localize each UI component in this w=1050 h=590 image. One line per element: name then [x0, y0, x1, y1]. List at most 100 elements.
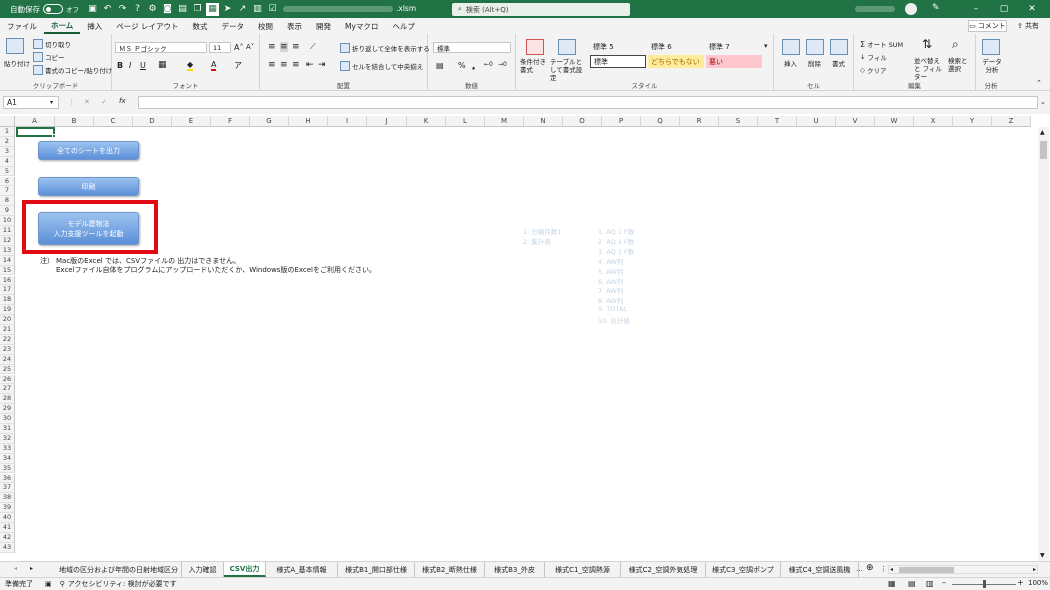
- row-header-6[interactable]: 6: [0, 176, 15, 187]
- row-header-20[interactable]: 20: [0, 315, 15, 325]
- sheet-tab-7[interactable]: 様式C1_空調熱源: [545, 562, 621, 577]
- column-header-r[interactable]: R: [680, 116, 719, 127]
- number-format-select[interactable]: 標準: [433, 42, 511, 53]
- scroll-down-icon[interactable]: ▼: [1040, 552, 1045, 559]
- active-cell-handle[interactable]: [52, 134, 56, 138]
- column-header-f[interactable]: F: [211, 116, 250, 127]
- cell-select-icon[interactable]: ▦: [206, 2, 219, 16]
- analyze-data-button[interactable]: データ 分析: [979, 58, 1005, 74]
- menu-item-2[interactable]: 挿入: [80, 18, 109, 34]
- column-header-c[interactable]: C: [94, 116, 133, 127]
- row-header-3[interactable]: 3: [0, 146, 15, 157]
- style-normal[interactable]: 標準: [590, 55, 646, 68]
- sheet-tab-3[interactable]: 様式A_基本情報: [266, 562, 338, 577]
- scroll-up-icon[interactable]: ▲: [1040, 129, 1045, 136]
- sheet-tab-5[interactable]: 様式B2_断熱仕様: [415, 562, 485, 577]
- row-header-12[interactable]: 12: [0, 235, 15, 246]
- row-header-24[interactable]: 24: [0, 354, 15, 365]
- tab-more-icon[interactable]: …: [856, 565, 863, 573]
- column-header-z[interactable]: Z: [992, 116, 1031, 127]
- style-normal5[interactable]: 標準 5: [590, 40, 646, 53]
- delete-cells-button[interactable]: 削除: [808, 58, 821, 68]
- menu-item-8[interactable]: 開発: [309, 18, 338, 34]
- row-header-37[interactable]: 37: [0, 483, 15, 494]
- style-bad[interactable]: 悪い: [706, 55, 762, 68]
- style-normal7[interactable]: 標準 7: [706, 40, 762, 53]
- page-layout-icon[interactable]: ▤: [908, 579, 916, 588]
- fill-button[interactable]: ↓ フィル: [860, 52, 887, 62]
- row-header-21[interactable]: 21: [0, 325, 15, 335]
- column-header-a[interactable]: A: [15, 116, 55, 127]
- row-header-2[interactable]: 2: [0, 136, 15, 147]
- shrink-font-button[interactable]: A˅: [246, 43, 254, 51]
- wrap-text-button[interactable]: 折り返して全体を表示する: [340, 43, 430, 53]
- align-top-icon[interactable]: ≡: [268, 42, 276, 52]
- decrease-decimal-icon[interactable]: →0: [498, 61, 507, 68]
- row-header-18[interactable]: 18: [0, 295, 15, 306]
- page-break-icon[interactable]: ▥: [926, 579, 934, 588]
- column-header-b[interactable]: B: [55, 116, 94, 127]
- row-header-11[interactable]: 11: [0, 226, 15, 236]
- column-header-g[interactable]: G: [250, 116, 289, 127]
- avatar[interactable]: [905, 3, 917, 15]
- row-header-31[interactable]: 31: [0, 424, 15, 434]
- cancel-icon[interactable]: ✕: [84, 98, 90, 106]
- menu-item-5[interactable]: データ: [215, 18, 252, 34]
- cut-button[interactable]: 切り取り: [33, 39, 71, 49]
- zoom-slider-handle[interactable]: [983, 580, 986, 588]
- comment-button[interactable]: ▭ コメント: [968, 20, 1007, 32]
- align-center-icon[interactable]: ≡: [280, 60, 288, 70]
- row-header-23[interactable]: 23: [0, 344, 15, 355]
- paste-icon[interactable]: [6, 38, 24, 54]
- zoom-out-icon[interactable]: –: [942, 578, 946, 587]
- styles-more-icon[interactable]: ▾: [764, 42, 768, 50]
- menu-item-4[interactable]: 数式: [186, 18, 215, 34]
- redo-icon[interactable]: ↷: [116, 3, 129, 16]
- column-header-j[interactable]: J: [367, 116, 407, 127]
- menu-item-10[interactable]: ヘルプ: [385, 18, 422, 34]
- row-header-17[interactable]: 17: [0, 285, 15, 296]
- arrow-icon[interactable]: ↗: [236, 3, 249, 16]
- undo-icon[interactable]: ↶: [101, 3, 114, 16]
- name-box-dropdown-icon[interactable]: ▾: [50, 99, 53, 106]
- border-icon[interactable]: ▦: [158, 60, 167, 70]
- underline-button[interactable]: U: [140, 61, 146, 70]
- row-header-9[interactable]: 9: [0, 206, 15, 217]
- orientation-icon[interactable]: ⟋: [310, 42, 316, 52]
- menu-item-6[interactable]: 校閲: [251, 18, 280, 34]
- sheet-tab-4[interactable]: 様式B1_開口部仕様: [338, 562, 415, 577]
- accessibility-status[interactable]: アクセシビリティ: 検討が必要です: [68, 579, 177, 589]
- sort-filter-button[interactable]: 並べ替えと フィルター: [914, 57, 944, 81]
- sheet-tab-6[interactable]: 様式B3_外皮: [485, 562, 545, 577]
- sheet-tab-8[interactable]: 様式C2_空調外気処理: [621, 562, 706, 577]
- column-header-s[interactable]: S: [719, 116, 758, 127]
- menu-item-0[interactable]: ファイル: [0, 18, 44, 34]
- scroll-thumb[interactable]: [1040, 141, 1047, 159]
- row-header-27[interactable]: 27: [0, 384, 15, 395]
- hscroll-right-icon[interactable]: ▸: [1033, 566, 1036, 573]
- italic-button[interactable]: I: [129, 61, 131, 70]
- find-select-icon[interactable]: ⌕: [952, 37, 959, 52]
- row-header-14[interactable]: 14: [0, 255, 15, 266]
- row-header-4[interactable]: 4: [0, 156, 15, 167]
- expand-formula-icon[interactable]: ⌄: [1040, 98, 1046, 106]
- align-right-icon[interactable]: ≡: [292, 60, 300, 70]
- column-header-v[interactable]: V: [836, 116, 875, 127]
- close-button[interactable]: ✕: [1018, 0, 1046, 18]
- merge-center-button[interactable]: セルを結合して中央揃え: [340, 61, 423, 71]
- row-header-33[interactable]: 33: [0, 443, 15, 454]
- row-header-1[interactable]: 1: [0, 127, 15, 137]
- row-header-43[interactable]: 43: [0, 542, 15, 553]
- row-header-13[interactable]: 13: [0, 245, 15, 256]
- delete-cells-icon[interactable]: [806, 39, 824, 55]
- tab-scroll-right-icon[interactable]: ▸: [30, 565, 33, 572]
- row-header-36[interactable]: 36: [0, 473, 15, 484]
- column-header-l[interactable]: L: [446, 116, 485, 127]
- column-header-d[interactable]: D: [133, 116, 172, 127]
- launch-model-tool-button[interactable]: モデル建物法 入力支援ツールを起動: [38, 212, 139, 245]
- save-icon[interactable]: ▣: [86, 3, 99, 16]
- conditional-format-button[interactable]: 条件付き書式: [520, 58, 550, 74]
- font-size-select[interactable]: 11: [209, 42, 231, 53]
- sort-filter-icon[interactable]: ⇅: [922, 37, 932, 51]
- hscroll-thumb[interactable]: [899, 567, 954, 573]
